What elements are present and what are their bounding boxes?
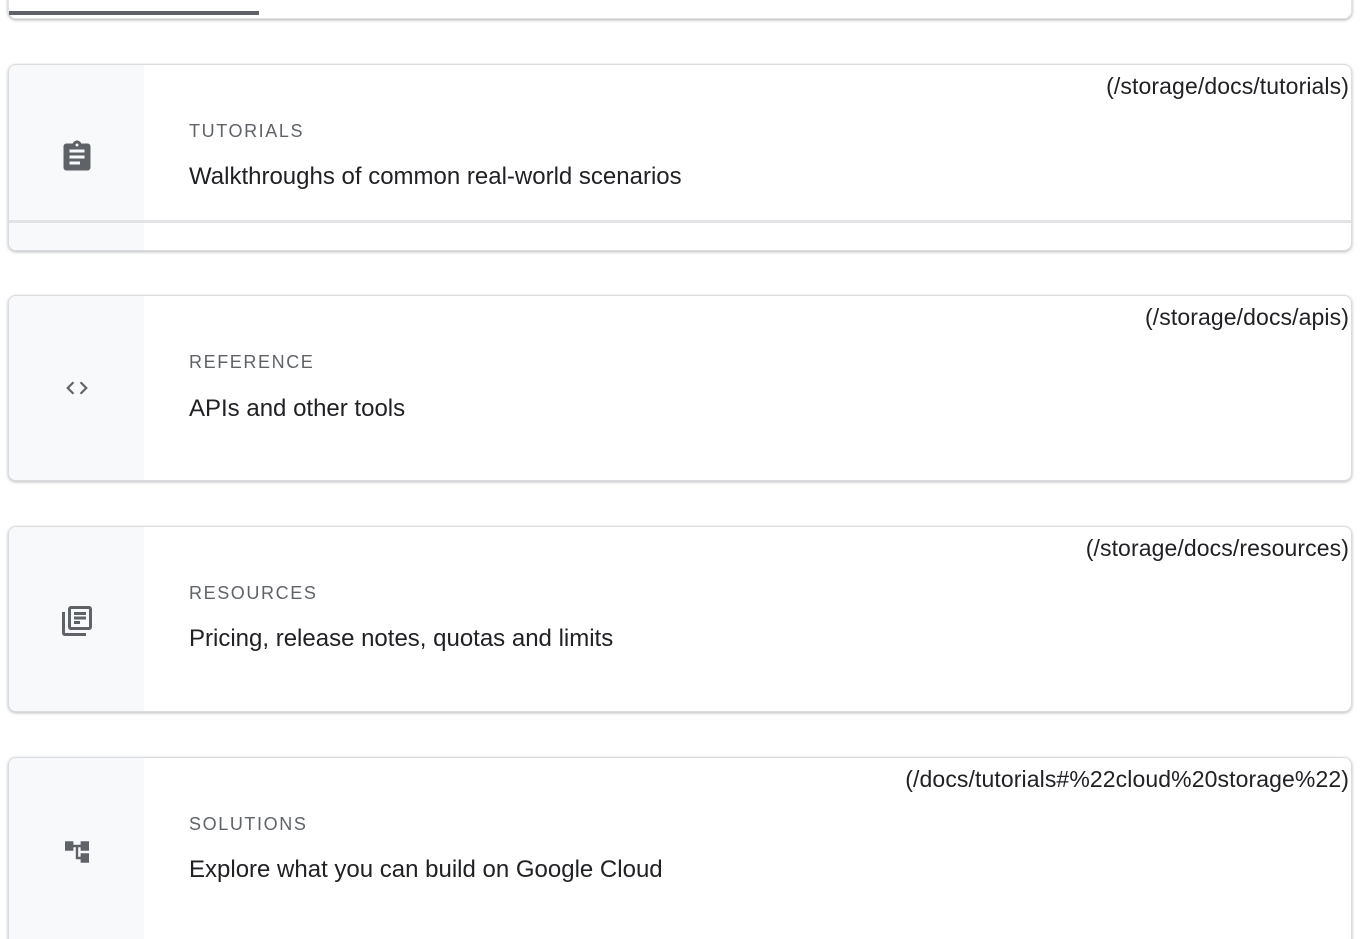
progress-indicator [9,11,259,15]
card-reference[interactable]: (/storage/docs/apis) REFERENCE APIs and … [8,295,1352,481]
code-icon [59,370,95,406]
card-link-url[interactable]: (/storage/docs/resources) [1086,535,1349,562]
card-link-url[interactable]: (/docs/tutorials#%22cloud%20storage%22) [905,766,1349,793]
card-divider [9,220,1351,223]
card-description: Pricing, release notes, quotas and limit… [189,625,614,652]
card-description: APIs and other tools [189,395,406,422]
account-tree-icon [59,834,95,870]
card-tutorials[interactable]: (/storage/docs/tutorials) TUTORIALS Walk… [8,64,1352,251]
library-books-icon [59,603,95,639]
clipboard-icon [59,139,95,175]
card-eyebrow: REFERENCE [189,352,315,372]
card-description: Walkthroughs of common real-world scenar… [189,163,682,190]
card-link-url[interactable]: (/storage/docs/tutorials) [1106,73,1349,100]
card-link-url[interactable]: (/storage/docs/apis) [1145,304,1349,331]
card-solutions[interactable]: (/docs/tutorials#%22cloud%20storage%22) … [8,757,1352,939]
page: (/storage/docs/tutorials) TUTORIALS Walk… [0,0,1364,939]
card-eyebrow: TUTORIALS [189,121,305,141]
card-resources[interactable]: (/storage/docs/resources) RESOURCES Pric… [8,526,1352,712]
previous-card-fragment [8,0,1352,19]
card-eyebrow: RESOURCES [189,583,318,603]
card-description: Explore what you can build on Google Clo… [189,856,663,883]
card-eyebrow: SOLUTIONS [189,814,308,834]
